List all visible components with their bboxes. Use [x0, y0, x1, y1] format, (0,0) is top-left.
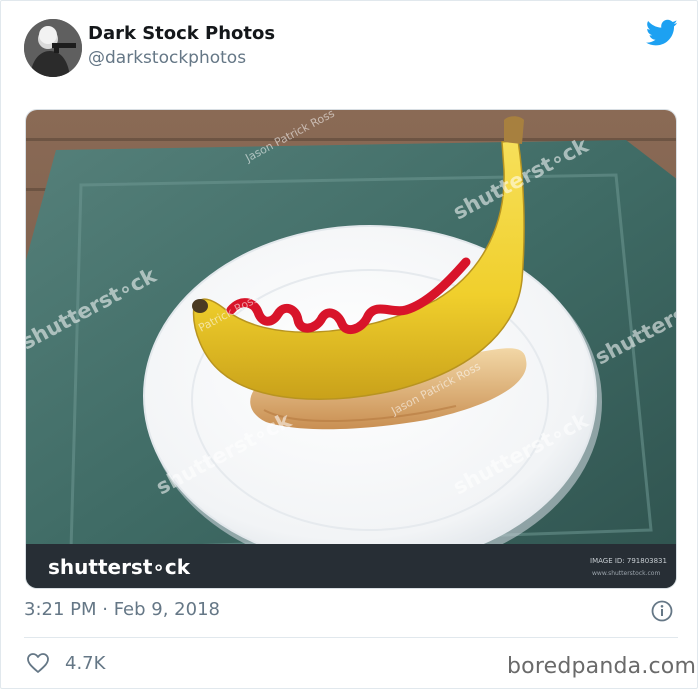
twitter-bird-icon[interactable] [646, 19, 678, 47]
image-id: IMAGE ID: 791803831 [590, 557, 667, 565]
author-name[interactable]: Dark Stock Photos [88, 23, 275, 44]
source-credit: boredpanda.com [507, 654, 697, 679]
info-icon[interactable] [651, 600, 673, 622]
shutterstock-logo: shutterst∘ck [48, 555, 191, 579]
like-count[interactable]: 4.7K [65, 653, 105, 674]
banana-hotdog-photo: shutterst∘ck shutterst∘ck shutterst∘ck s… [26, 110, 676, 588]
image-site: www.shutterstock.com [592, 570, 660, 577]
avatar[interactable] [24, 19, 82, 77]
tweet-card: Dark Stock Photos @darkstockphotos shutt… [0, 0, 698, 689]
heart-icon[interactable] [26, 652, 50, 674]
avatar-image [24, 19, 82, 77]
tweet-image[interactable]: shutterst∘ck shutterst∘ck shutterst∘ck s… [25, 109, 677, 589]
tweet-timestamp[interactable]: 3:21 PM · Feb 9, 2018 [24, 599, 220, 620]
author-handle[interactable]: @darkstockphotos [88, 48, 246, 68]
divider [24, 637, 678, 638]
